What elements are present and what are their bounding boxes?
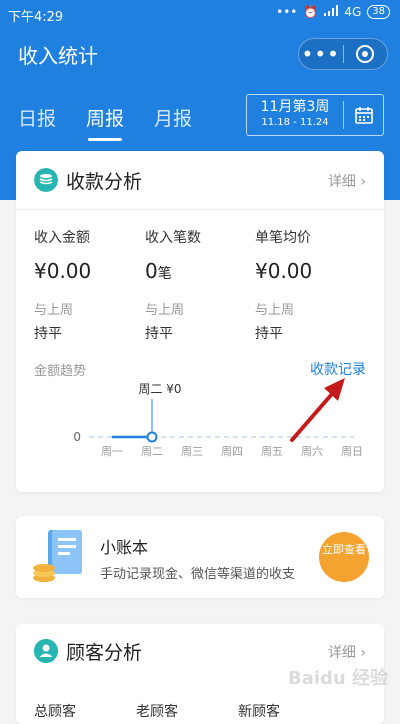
ledger-card[interactable]: 小账本 手动记录现金、微信等渠道的收支 立即查看: [16, 516, 384, 598]
week-label: 11月第3周: [260, 99, 330, 115]
collection-card-header[interactable]: 收款分析 详细 ›: [16, 151, 384, 210]
tab-weekly[interactable]: 周报: [86, 104, 124, 141]
stat-value: 0笔: [145, 259, 255, 283]
amount-trend-chart[interactable]: 0 周二 ¥0 周一 周二 周三 周四 周五 周六 周日: [34, 379, 366, 459]
alarm-icon: ⏰: [303, 5, 319, 19]
status-bar: 下午4:29 ••• ⏰ 4G 38: [0, 0, 400, 28]
stat-label: 单笔均价: [255, 230, 311, 246]
x-tick-label: 周三: [181, 445, 203, 458]
x-tick-label: 周五: [261, 445, 283, 458]
week-selector[interactable]: 11月第3周 11.18 - 11.24: [246, 94, 384, 136]
stat-compare-label: 与上周: [255, 303, 295, 318]
customer-columns: 总顾客 老顾客 新顾客: [34, 701, 280, 721]
stat-number: 0: [145, 259, 158, 283]
highlight-point: [146, 431, 158, 443]
coins-icon: [34, 168, 58, 192]
detail-label: 详细: [327, 174, 356, 190]
week-range: 11.18 - 11.24: [261, 117, 329, 128]
network-type: 4G: [344, 5, 362, 19]
returning-customers-label: 老顾客: [136, 704, 178, 720]
report-tabs: 日报 周报 月报: [18, 104, 192, 141]
ledger-book-icon: [33, 530, 82, 582]
stat-income-count: 收入笔数 0笔 与上周 持平: [145, 227, 255, 343]
chevron-right-icon: ›: [360, 174, 366, 190]
stat-number: ¥0.00: [34, 259, 92, 283]
week-text: 11月第3周 11.18 - 11.24: [247, 95, 343, 135]
y-tick-label: 0: [73, 430, 81, 444]
stat-income-amount: 收入金额 ¥0.00 与上周 持平: [34, 227, 144, 343]
page-title: 收入统计: [18, 44, 98, 68]
stat-compare-label: 与上周: [145, 303, 185, 318]
stat-compare-label: 与上周: [34, 303, 74, 318]
x-tick-label: 周四: [221, 445, 243, 458]
detail-label: 详细: [327, 645, 356, 661]
stat-label: 收入笔数: [145, 230, 201, 246]
stat-value: ¥0.00: [34, 259, 144, 283]
x-tick-label: 周二: [141, 445, 163, 458]
x-tick-label: 周日: [341, 445, 363, 458]
signal-icon: [324, 5, 339, 19]
battery-icon: 38: [367, 5, 390, 19]
collection-detail-link[interactable]: 详细 ›: [328, 171, 366, 191]
chevron-right-icon: ›: [360, 645, 366, 661]
stat-value: ¥0.00: [255, 259, 365, 283]
status-time: 下午4:29: [8, 10, 64, 25]
calendar-button[interactable]: [344, 95, 383, 135]
highlight-label: 周二 ¥0: [138, 382, 181, 396]
x-tick-label: 周六: [301, 445, 323, 458]
more-button[interactable]: •••: [299, 44, 343, 64]
close-icon: [356, 45, 375, 63]
stat-number: ¥0.00: [255, 259, 313, 283]
stat-compare-value: 持平: [145, 326, 173, 342]
tab-monthly[interactable]: 月报: [154, 104, 192, 131]
stat-compare-value: 持平: [255, 326, 283, 342]
ledger-title: 小账本: [100, 538, 149, 557]
stat-label: 收入金额: [34, 230, 90, 246]
ledger-description: 手动记录现金、微信等渠道的收支: [100, 567, 296, 582]
view-now-button[interactable]: 立即查看: [319, 532, 369, 582]
customer-detail-link[interactable]: 详细 ›: [328, 642, 366, 662]
customer-card-title: 顾客分析: [66, 642, 143, 664]
stat-compare-value: 持平: [34, 326, 62, 342]
collection-records-link[interactable]: 收款记录: [310, 359, 366, 379]
customer-icon: [34, 639, 58, 663]
tab-daily[interactable]: 日报: [18, 104, 56, 131]
status-icons: ••• ⏰ 4G 38: [276, 5, 390, 19]
stat-unit: 笔: [157, 266, 172, 282]
total-customers-label: 总顾客: [34, 704, 76, 720]
more-notification-icon: •••: [276, 5, 298, 19]
collection-analysis-card: 收款分析 详细 › 收入金额 ¥0.00 与上周 持平 收入笔数 0笔 与上周 …: [16, 151, 384, 492]
collection-card-title: 收款分析: [66, 171, 143, 193]
calendar-icon: [354, 107, 373, 124]
new-customers-label: 新顾客: [238, 704, 280, 720]
close-button[interactable]: [343, 44, 387, 64]
watermark-logo: Baidu 经验: [288, 668, 389, 689]
x-tick-label: 周一: [101, 445, 123, 458]
stat-average-price: 单笔均价 ¥0.00 与上周 持平: [255, 227, 365, 343]
miniapp-capsule: •••: [298, 38, 388, 70]
trend-label: 金额趋势: [34, 364, 87, 379]
